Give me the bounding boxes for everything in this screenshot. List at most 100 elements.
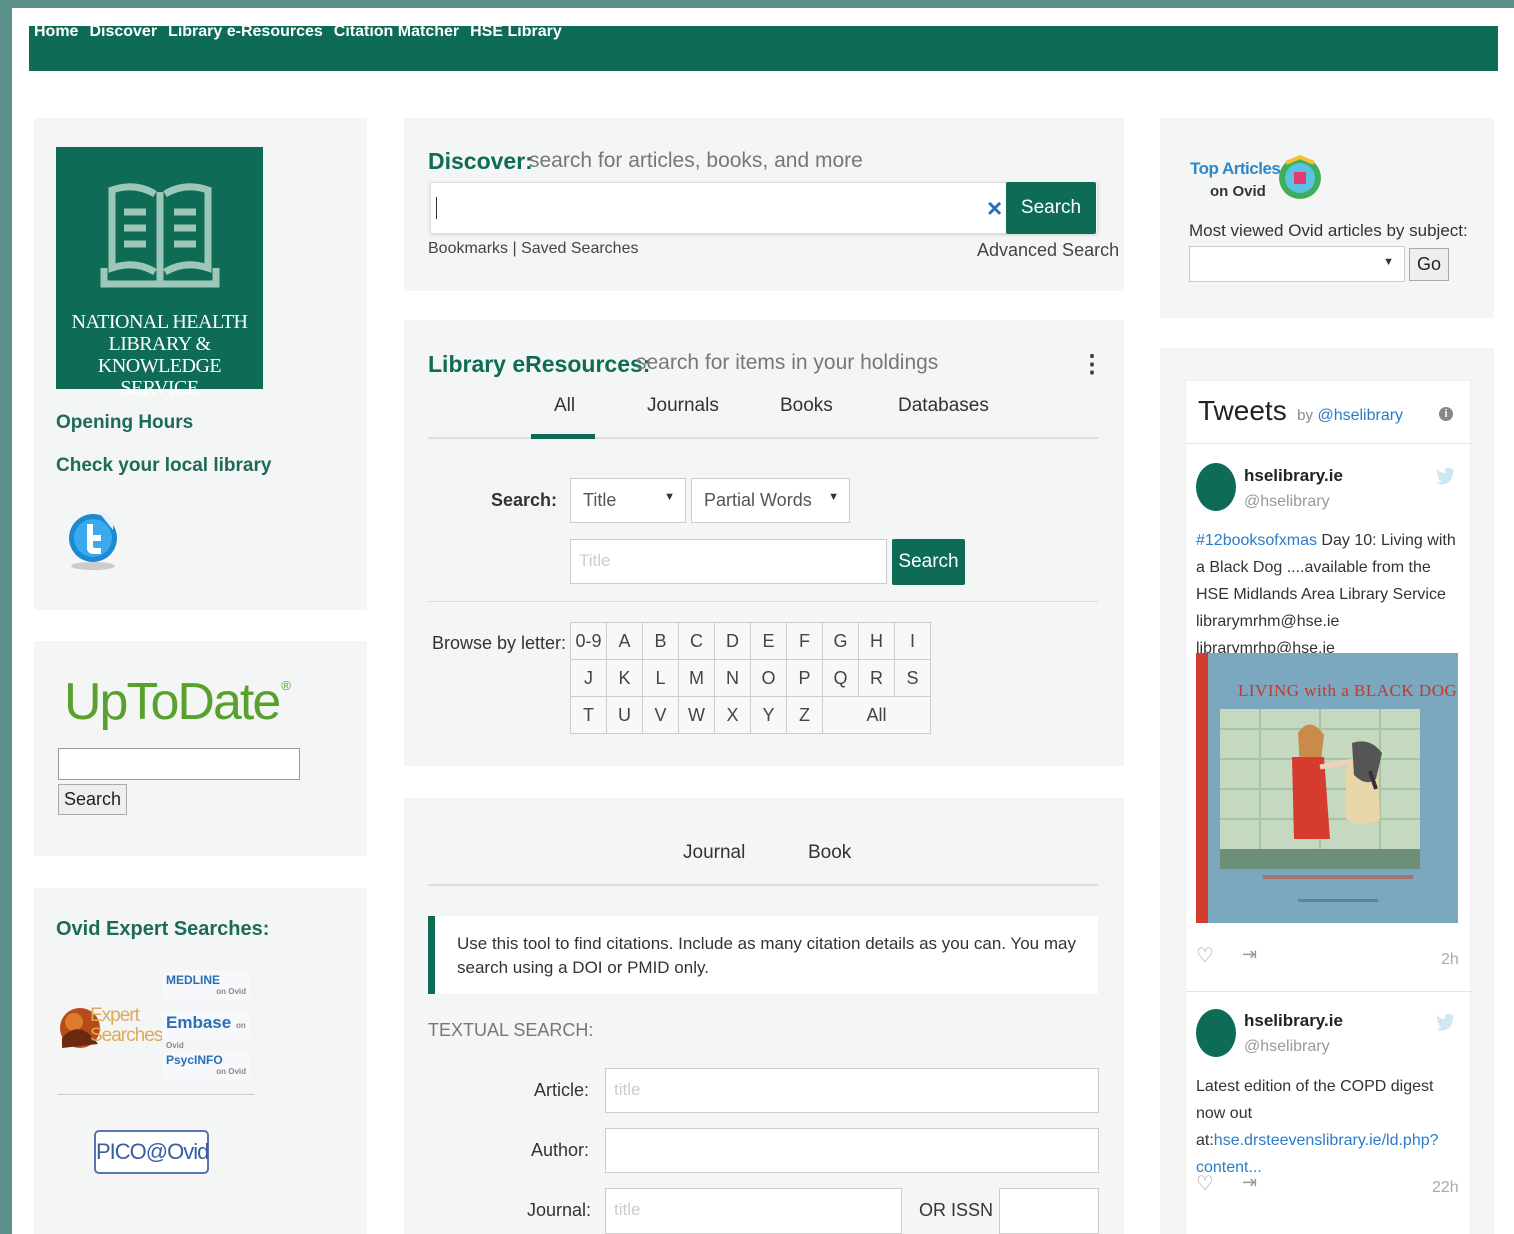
- nav-hse-library[interactable]: HSE Library: [470, 23, 562, 41]
- tab-journal[interactable]: Journal: [683, 842, 745, 864]
- book-cover-subtitle: [1263, 875, 1413, 879]
- tweet-text: #12booksofxmas Day 10: Living with a Bla…: [1196, 527, 1456, 662]
- title-search-input[interactable]: Title: [570, 539, 887, 584]
- tab-journals[interactable]: Journals: [647, 395, 719, 417]
- tab-books[interactable]: Books: [780, 395, 833, 417]
- letter-i[interactable]: I: [894, 622, 931, 660]
- clear-icon[interactable]: ×: [987, 193, 1002, 224]
- top-articles-logo[interactable]: Top Articles on Ovid: [1190, 153, 1330, 213]
- active-tab-indicator: [531, 434, 595, 439]
- browse-by-letter-label: Browse by letter:: [432, 633, 567, 653]
- local-library-link[interactable]: Check your local library: [56, 455, 271, 477]
- letter-g[interactable]: G: [822, 622, 859, 660]
- letter-all[interactable]: All: [822, 696, 931, 734]
- journal-input[interactable]: title: [605, 1188, 902, 1234]
- ovid-expert-title: Ovid Expert Searches:: [56, 918, 270, 940]
- tweet-image[interactable]: LIVING with a BLACK DOG: [1196, 653, 1458, 923]
- medline-logo[interactable]: MEDLINE on Ovid: [162, 971, 250, 1001]
- opening-hours-link[interactable]: Opening Hours: [56, 412, 193, 434]
- advanced-search-link[interactable]: Advanced Search: [977, 240, 1119, 261]
- tweet-author-handle[interactable]: @hselibrary: [1244, 1038, 1330, 1056]
- tweet-timestamp[interactable]: 22h: [1432, 1179, 1459, 1197]
- article-input[interactable]: title: [605, 1068, 1099, 1113]
- letter-n[interactable]: N: [714, 659, 751, 697]
- letter-d[interactable]: D: [714, 622, 751, 660]
- nav-library-eresources[interactable]: Library e-Resources: [168, 23, 323, 41]
- book-cover-author: [1298, 899, 1378, 902]
- discover-search-button[interactable]: Search: [1006, 182, 1096, 234]
- like-icon[interactable]: ♡: [1196, 1171, 1214, 1196]
- embase-logo[interactable]: Embase on Ovid: [162, 1011, 250, 1050]
- tweet-author-name[interactable]: hselibrary.ie: [1244, 1011, 1343, 1031]
- twitter-icon[interactable]: [67, 506, 119, 570]
- field-select[interactable]: Title ▼: [570, 478, 686, 523]
- letter-m[interactable]: M: [678, 659, 715, 697]
- letter-0-9[interactable]: 0-9: [570, 622, 607, 660]
- info-icon[interactable]: i: [1439, 407, 1453, 421]
- letter-p[interactable]: P: [786, 659, 823, 697]
- letter-w[interactable]: W: [678, 696, 715, 734]
- discover-search-input[interactable]: ×: [430, 182, 1098, 234]
- expert-searches-logo[interactable]: Expert Searches: [58, 1002, 163, 1052]
- share-icon[interactable]: ⇥: [1242, 944, 1257, 965]
- book-cover-title: LIVING with a BLACK DOG: [1238, 681, 1458, 700]
- letter-o[interactable]: O: [750, 659, 787, 697]
- letter-h[interactable]: H: [858, 622, 895, 660]
- letter-z[interactable]: Z: [786, 696, 823, 734]
- tweets-handle-link[interactable]: @hselibrary: [1317, 407, 1403, 424]
- letter-c[interactable]: C: [678, 622, 715, 660]
- uptodate-search-input[interactable]: [58, 748, 300, 780]
- expert-searches-text: Expert Searches: [90, 1005, 163, 1046]
- nav-citation-matcher[interactable]: Citation Matcher: [334, 23, 459, 41]
- letter-q[interactable]: Q: [822, 659, 859, 697]
- header-divider: [1186, 443, 1472, 444]
- bookmarks-saved-searches-link[interactable]: Bookmarks | Saved Searches: [428, 240, 638, 258]
- pico-ovid-button[interactable]: PICO@Ovid: [94, 1130, 209, 1174]
- letter-y[interactable]: Y: [750, 696, 787, 734]
- tab-book[interactable]: Book: [808, 842, 851, 864]
- letter-t[interactable]: T: [570, 696, 607, 734]
- article-placeholder: title: [614, 1080, 641, 1099]
- most-viewed-label: Most viewed Ovid articles by subject:: [1189, 221, 1468, 240]
- uptodate-search-button[interactable]: Search: [58, 784, 127, 815]
- letter-e[interactable]: E: [750, 622, 787, 660]
- letter-f[interactable]: F: [786, 622, 823, 660]
- nav-discover[interactable]: Discover: [89, 23, 157, 41]
- letter-a[interactable]: A: [606, 622, 643, 660]
- letter-r[interactable]: R: [858, 659, 895, 697]
- registered-mark: ®: [281, 678, 290, 693]
- tweet-link[interactable]: hse.drsteevenslibrary.ie/ld.php?content.…: [1196, 1132, 1439, 1176]
- letter-j[interactable]: J: [570, 659, 607, 697]
- letter-x[interactable]: X: [714, 696, 751, 734]
- psycinfo-label: PsycINFO: [166, 1053, 223, 1067]
- psycinfo-logo[interactable]: PsycINFO on Ovid: [162, 1051, 250, 1081]
- twitter-bird-icon[interactable]: [1436, 467, 1456, 485]
- hashtag-link[interactable]: #12booksofxmas: [1196, 532, 1317, 549]
- go-button[interactable]: Go: [1409, 248, 1449, 281]
- avatar[interactable]: [1196, 1009, 1236, 1057]
- subject-select[interactable]: ▼: [1189, 246, 1405, 282]
- eresources-search-button[interactable]: Search: [892, 539, 965, 585]
- letter-v[interactable]: V: [642, 696, 679, 734]
- letter-s[interactable]: S: [894, 659, 931, 697]
- share-icon[interactable]: ⇥: [1242, 1172, 1257, 1193]
- letter-u[interactable]: U: [606, 696, 643, 734]
- nav-home[interactable]: Home: [34, 23, 78, 41]
- issn-input[interactable]: [999, 1188, 1099, 1234]
- avatar[interactable]: [1196, 463, 1236, 511]
- letter-b[interactable]: B: [642, 622, 679, 660]
- letter-l[interactable]: L: [642, 659, 679, 697]
- tab-all[interactable]: All: [554, 395, 575, 417]
- match-select[interactable]: Partial Words ▼: [691, 478, 850, 523]
- discover-title: Discover:: [428, 148, 533, 174]
- twitter-bird-icon[interactable]: [1436, 1013, 1456, 1031]
- tab-databases[interactable]: Databases: [898, 395, 989, 417]
- author-input[interactable]: [605, 1128, 1099, 1173]
- tweet-author-name[interactable]: hselibrary.ie: [1244, 466, 1343, 486]
- like-icon[interactable]: ♡: [1196, 943, 1214, 968]
- letter-k[interactable]: K: [606, 659, 643, 697]
- tweet-author-handle[interactable]: @hselibrary: [1244, 493, 1330, 511]
- more-options-icon[interactable]: ⋮: [1080, 350, 1104, 379]
- medline-on-ovid: on Ovid: [216, 987, 246, 996]
- tweet-timestamp[interactable]: 2h: [1441, 951, 1459, 969]
